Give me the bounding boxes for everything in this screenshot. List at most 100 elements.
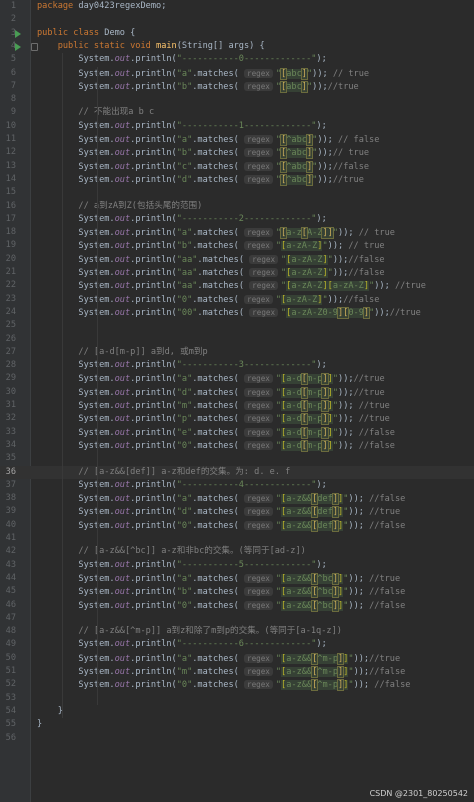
code-line[interactable]: 43 System.out.println("-----------5-----… bbox=[0, 559, 474, 572]
code-text: System.out.println("0".matches( regex "[a… bbox=[37, 439, 395, 452]
code-text: System.out.println("b".matches( regex "[a… bbox=[37, 586, 406, 599]
line-number: 2 bbox=[10, 14, 16, 25]
code-line[interactable]: 52 System.out.println("0".matches( regex… bbox=[0, 678, 474, 692]
code-line[interactable]: 19 System.out.println("b".matches( regex… bbox=[0, 239, 474, 252]
code-text: System.out.println("d".matches( regex "[^… bbox=[37, 173, 364, 186]
run-gutter-icon[interactable] bbox=[15, 42, 21, 51]
code-text: // [a-z&&[^m-p]] a到z和除了m到p的交集。(等同于[a-1q-… bbox=[78, 626, 342, 637]
code-line[interactable]: 53 bbox=[0, 692, 474, 705]
code-line[interactable]: 12 System.out.println("b".matches( regex… bbox=[0, 146, 474, 160]
code-line[interactable]: 1 package day0423regexDemo; bbox=[0, 0, 474, 13]
code-line[interactable]: 55} bbox=[0, 718, 474, 731]
code-line[interactable]: 7 System.out.println("b".matches( regex "… bbox=[0, 80, 474, 93]
line-number: 47 bbox=[5, 612, 16, 623]
code-line[interactable]: 17 System.out.println("-----------2-----… bbox=[0, 213, 474, 226]
code-line[interactable]: 40 System.out.println("0".matches( regex… bbox=[0, 519, 474, 532]
code-line[interactable]: 49 System.out.println("-----------6-----… bbox=[0, 638, 474, 651]
code-text: System.out.println("a".matches( regex "[a… bbox=[37, 373, 385, 386]
code-text: System.out.println("0".matches( regex "[a… bbox=[37, 679, 411, 692]
code-line[interactable]: 23 System.out.println("0".matches( regex… bbox=[0, 293, 474, 306]
code-line[interactable]: 28 System.out.println("-----------3-----… bbox=[0, 359, 474, 372]
code-text: System.out.println("00".matches( regex "[… bbox=[37, 306, 421, 319]
line-number: 46 bbox=[5, 599, 16, 610]
code-line[interactable]: 3 public class Demo { bbox=[0, 27, 474, 40]
code-line[interactable]: 51 System.out.println("m".matches( regex… bbox=[0, 665, 474, 678]
code-line[interactable]: 20 System.out.println("aa".matches( rege… bbox=[0, 253, 474, 266]
code-line[interactable]: 39 System.out.println("d".matches( regex… bbox=[0, 505, 474, 519]
code-text: System.out.println("-----------2--------… bbox=[37, 213, 327, 224]
code-line[interactable]: 33 System.out.println("e".matches( regex… bbox=[0, 426, 474, 439]
code-line[interactable]: 41 bbox=[0, 532, 474, 545]
code-line[interactable]: 2 bbox=[0, 13, 474, 26]
code-line[interactable]: 26 bbox=[0, 333, 474, 346]
code-line[interactable]: 46 System.out.println("0".matches( regex… bbox=[0, 599, 474, 612]
code-line[interactable]: 36 // [a-z&&[def]] a-z和def的交集。为: d. e. f bbox=[0, 465, 474, 479]
code-line[interactable]: 4 public static void main(String[] args)… bbox=[0, 40, 474, 53]
code-line[interactable]: 35 bbox=[0, 452, 474, 465]
line-number: 41 bbox=[5, 533, 16, 543]
code-line[interactable]: 25 bbox=[0, 319, 474, 332]
line-number: 25 bbox=[5, 320, 16, 331]
code-text: System.out.println("a".matches( regex "[a… bbox=[37, 572, 401, 585]
code-line[interactable]: 44 System.out.println("a".matches( regex… bbox=[0, 572, 474, 585]
code-line[interactable]: 5 System.out.println("-----------0------… bbox=[0, 53, 474, 66]
line-number: 35 bbox=[5, 453, 16, 464]
code-line[interactable]: 30 System.out.println("d".matches( regex… bbox=[0, 386, 474, 399]
line-number: 18 bbox=[5, 227, 16, 238]
code-text: System.out.println("aa".matches( regex "[… bbox=[37, 268, 385, 278]
code-text: System.out.println("-----------6--------… bbox=[37, 639, 327, 650]
line-number: 33 bbox=[5, 426, 16, 437]
code-line[interactable]: 27 // [a-d[m-p]] a到d, 或m到p bbox=[0, 346, 474, 359]
code-text: System.out.println("aa".matches( regex "[… bbox=[37, 254, 385, 265]
code-line[interactable]: 22 System.out.println("aa".matches( rege… bbox=[0, 279, 474, 292]
code-line[interactable]: 16 // a到zA到Z(包括头尾的范围) bbox=[0, 200, 474, 213]
code-line[interactable]: 24 System.out.println("00".matches( rege… bbox=[0, 306, 474, 319]
code-line[interactable]: 48 // [a-z&&[^m-p]] a到z和除了m到p的交集。(等同于[a-… bbox=[0, 625, 474, 638]
line-number: 21 bbox=[5, 267, 16, 277]
code-line[interactable]: 9 // 不能出现a b c bbox=[0, 106, 474, 119]
code-line[interactable]: 37 System.out.println("-----------4-----… bbox=[0, 479, 474, 492]
code-line[interactable]: 47 bbox=[0, 612, 474, 625]
line-number: 38 bbox=[5, 493, 16, 504]
code-text: System.out.println("p".matches( regex "[a… bbox=[37, 413, 390, 426]
code-text: System.out.println("b".matches( regex "[a… bbox=[37, 241, 385, 252]
line-number: 43 bbox=[5, 559, 16, 570]
code-line[interactable]: 42 // [a-z&&[^bc]] a-z和非bc的交集。(等同于[ad-z]… bbox=[0, 545, 474, 558]
code-line[interactable]: 54 } bbox=[0, 705, 474, 718]
code-line[interactable]: 14 System.out.println("d".matches( regex… bbox=[0, 173, 474, 186]
code-line[interactable]: 29 System.out.println("a".matches( regex… bbox=[0, 372, 474, 386]
code-line[interactable]: 31 System.out.println("m".matches( regex… bbox=[0, 399, 474, 412]
line-number: 15 bbox=[5, 187, 16, 198]
code-text: package day0423regexDemo; bbox=[37, 1, 167, 11]
line-number: 1 bbox=[10, 1, 16, 11]
code-line[interactable]: 11 System.out.println("a".matches( regex… bbox=[0, 133, 474, 146]
line-number: 6 bbox=[10, 67, 16, 78]
line-number: 42 bbox=[5, 546, 16, 557]
code-text: System.out.println("-----------1--------… bbox=[37, 120, 327, 131]
code-text: System.out.println("-----------3--------… bbox=[37, 360, 327, 371]
code-line[interactable]: 6 System.out.println("a".matches( regex "… bbox=[0, 67, 474, 80]
code-text: System.out.println("0".matches( regex "[a… bbox=[37, 519, 406, 532]
code-line[interactable]: 38 System.out.println("a".matches( regex… bbox=[0, 492, 474, 506]
code-line[interactable]: 13 System.out.println("c".matches( regex… bbox=[0, 160, 474, 173]
code-text: System.out.println("0".matches( regex "[a… bbox=[37, 294, 380, 305]
line-number: 34 bbox=[5, 439, 16, 450]
line-number: 23 bbox=[5, 293, 16, 304]
code-line[interactable]: 21 System.out.println("aa".matches( rege… bbox=[0, 266, 474, 279]
code-line[interactable]: 56 bbox=[0, 732, 474, 745]
code-line[interactable]: 50 System.out.println("a".matches( regex… bbox=[0, 652, 474, 665]
line-number: 19 bbox=[5, 240, 16, 251]
code-line[interactable]: 10 System.out.println("-----------1-----… bbox=[0, 120, 474, 133]
code-line[interactable]: 18 System.out.println("a".matches( regex… bbox=[0, 226, 474, 240]
line-number: 53 bbox=[5, 692, 16, 703]
code-line[interactable]: 15 bbox=[0, 186, 474, 199]
run-gutter-icon[interactable] bbox=[15, 29, 21, 38]
code-line[interactable]: 45 System.out.println("b".matches( regex… bbox=[0, 585, 474, 599]
code-text: System.out.println("-----------0--------… bbox=[37, 54, 327, 65]
code-line[interactable]: 8 bbox=[0, 93, 474, 106]
code-line[interactable]: 32 System.out.println("p".matches( regex… bbox=[0, 412, 474, 426]
line-number: 31 bbox=[5, 400, 16, 410]
line-number: 14 bbox=[5, 173, 16, 184]
code-line[interactable]: 34 System.out.println("0".matches( regex… bbox=[0, 439, 474, 452]
watermark: CSDN @2301_80250542 bbox=[369, 789, 468, 798]
